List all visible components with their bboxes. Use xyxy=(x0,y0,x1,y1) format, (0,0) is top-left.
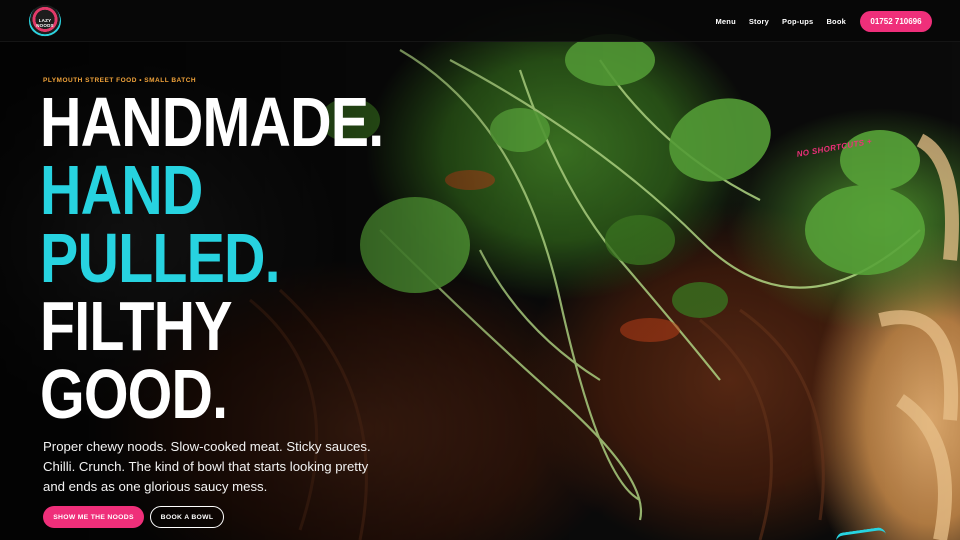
headline-line-5: GOOD. xyxy=(40,355,228,433)
nav-popups[interactable]: Pop-ups xyxy=(782,17,813,26)
logo-text: LAZY NOODS xyxy=(36,18,54,28)
show-noods-button[interactable]: SHOW ME THE NOODS xyxy=(43,506,144,528)
headline-line-1: HANDMADE. xyxy=(40,83,384,161)
hero-description: Proper chewy noods. Slow-cooked meat. St… xyxy=(43,439,371,494)
nav-menu[interactable]: Menu xyxy=(715,17,735,26)
phone-button[interactable]: 01752 710696 xyxy=(860,11,932,32)
hero-headline: HANDMADE. HAND PULLED. FILTHY GOOD. xyxy=(40,83,384,433)
main-nav: Menu Story Pop-ups Book xyxy=(715,17,846,26)
headline-line-3: PULLED. xyxy=(40,219,281,297)
logo-badge-icon[interactable]: LAZY NOODS xyxy=(29,5,61,37)
headline-line-4: FILTHY xyxy=(40,287,233,365)
site-header: LAZY NOODS Menu Story Pop-ups Book 01752… xyxy=(0,0,960,42)
book-bowl-button[interactable]: BOOK A BOWL xyxy=(150,506,224,528)
nav-book[interactable]: Book xyxy=(826,17,846,26)
headline-line-2: HAND xyxy=(40,151,203,229)
nav-story[interactable]: Story xyxy=(749,17,769,26)
